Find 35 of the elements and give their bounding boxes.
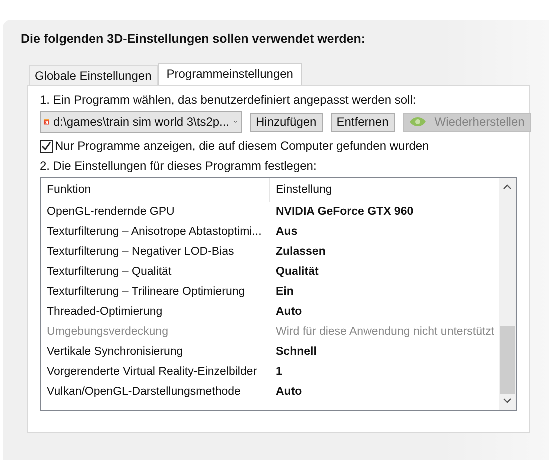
column-header[interactable]: Funktion xyxy=(41,178,270,202)
function-cell[interactable]: OpenGL-rendernde GPU xyxy=(41,202,270,222)
tab[interactable]: Globale Einstellungen xyxy=(29,65,158,85)
action-button[interactable]: Entfernen xyxy=(330,112,395,132)
function-cell[interactable]: Texturfilterung – Negativer LOD-Bias xyxy=(41,242,270,262)
setting-cell[interactable]: Aus xyxy=(270,222,499,242)
function-cell[interactable]: Vorgerenderte Virtual Reality-Einzelbilder xyxy=(41,362,270,382)
setting-cell[interactable]: Zulassen xyxy=(270,242,499,262)
scroll-down-icon[interactable] xyxy=(503,398,512,404)
tab[interactable]: Programmeinstellungen xyxy=(158,63,302,85)
setting-cell[interactable]: Ein xyxy=(270,282,499,302)
scrollbar[interactable] xyxy=(499,178,516,410)
setting-cell[interactable]: NVIDIA GeForce GTX 960 xyxy=(270,202,499,222)
program-dropdown[interactable]: d:\games\train sim world 3\ts2p... xyxy=(40,111,242,133)
setting-cell[interactable]: 1 xyxy=(270,362,499,382)
setting-cell[interactable]: Auto xyxy=(270,382,499,402)
setting-cell[interactable]: Schnell xyxy=(270,342,499,362)
function-cell[interactable]: Vertikale Synchronisierung xyxy=(41,342,270,362)
function-cell[interactable]: Texturfilterung – Anisotrope Abtastoptimi... xyxy=(41,222,270,242)
step-label: 2. Die Einstellungen für dieses Programm festlegen: xyxy=(40,159,318,173)
step-label: 1. Ein Programm wählen, das benutzerdefiniert angepasst werden soll: xyxy=(40,93,418,107)
action-button[interactable]: Hinzufügen xyxy=(250,112,323,132)
section-heading: Die folgenden 3D-Einstellungen sollen verwendet werden: xyxy=(21,32,367,46)
scroll-thumb[interactable] xyxy=(500,326,515,394)
function-cell[interactable]: Vulkan/OpenGL-Darstellungsmethode xyxy=(41,382,270,402)
eye-logo-icon xyxy=(408,116,427,128)
checkbox[interactable] xyxy=(40,140,53,152)
function-cell[interactable]: Texturfilterung – Qualität xyxy=(41,262,270,282)
function-cell[interactable]: Threaded-Optimierung xyxy=(41,302,270,322)
setting-cell[interactable]: Auto xyxy=(270,302,499,322)
setting-cell[interactable]: Qualität xyxy=(270,262,499,282)
function-cell[interactable]: Texturfilterung – Trilineare Optimierung xyxy=(41,282,270,302)
column-header[interactable]: Einstellung xyxy=(270,178,499,202)
scroll-up-icon[interactable] xyxy=(503,184,512,190)
checkbox-label: Nur Programme anzeigen, die auf diesem Computer gefunden wurden xyxy=(55,139,430,153)
